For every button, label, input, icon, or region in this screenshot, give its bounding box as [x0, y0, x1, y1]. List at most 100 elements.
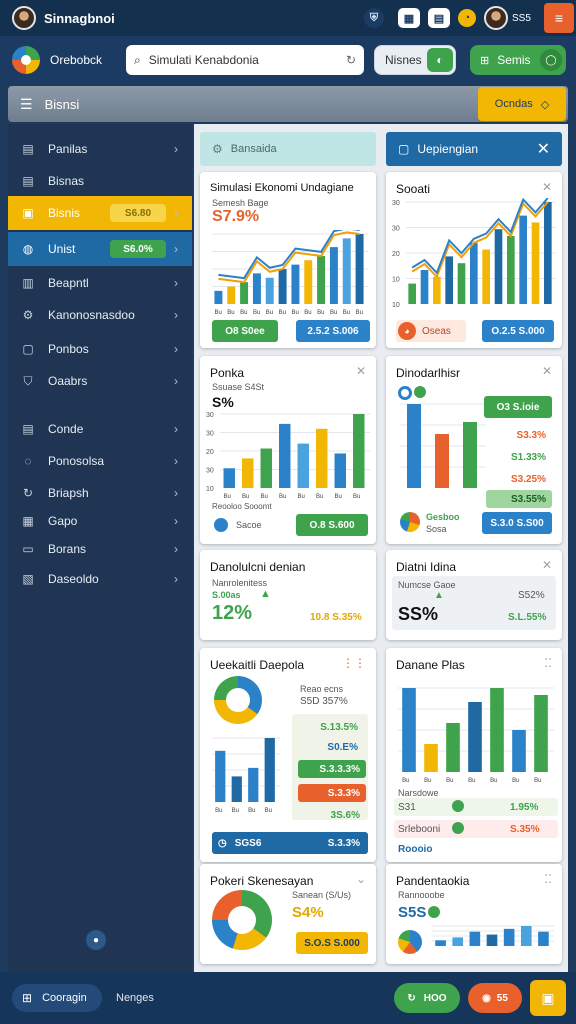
- close-icon[interactable]: ✕: [542, 180, 552, 194]
- card-value-right: 1.95%: [510, 802, 539, 813]
- calendar-icon[interactable]: ▦: [398, 8, 420, 28]
- search-input[interactable]: ⌕ Simulati Kenabdonia ↻: [126, 45, 364, 75]
- semis-button[interactable]: ⊞ Semis ◯: [470, 45, 566, 75]
- button-label: HOO: [423, 992, 447, 1004]
- card-subtitle: Nanrolenitess: [212, 578, 268, 588]
- status-dot-icon[interactable]: ●: [86, 930, 106, 950]
- sidebar-item-kanonosnasdoo[interactable]: ⚙ Kanonosnasdoo ›: [8, 298, 192, 332]
- home-icon[interactable]: ▣: [530, 980, 566, 1016]
- stat-row: S.3.3%: [298, 784, 366, 802]
- chart-bar: [264, 738, 275, 802]
- chart-bar: [278, 269, 287, 304]
- sidebar-item-unist[interactable]: ◍ Unist S6.0% ›: [8, 232, 192, 266]
- sidebar-item-bisnas[interactable]: ▤ Bisnas: [8, 164, 192, 198]
- layers-icon: ▥: [22, 276, 34, 290]
- chart-bar: [538, 931, 549, 946]
- card-sooati: Sooati ✕ 30 30 20 10 10 ◕ Oseas O.2.5 S.000: [386, 172, 562, 348]
- expand-icon[interactable]: ⋮⋮: [342, 656, 366, 670]
- card-line: S.00as: [212, 590, 241, 600]
- card-button[interactable]: O.2.5 S.000: [482, 320, 554, 342]
- chart-bar: [329, 247, 338, 304]
- section-title: Bisnsi: [44, 96, 80, 112]
- card-value: SS%: [398, 604, 439, 624]
- avatar[interactable]: [12, 6, 36, 30]
- chevron-down-icon[interactable]: ⌄: [356, 872, 366, 886]
- card-button[interactable]: 2.5.2 S.006: [296, 320, 370, 342]
- button-label: 55: [496, 992, 508, 1004]
- sidebar-item-ponbos[interactable]: ▢ Ponbos ›: [8, 332, 192, 366]
- sidebar-item-oaabrs[interactable]: ⛉ Oaabrs ›: [8, 364, 192, 398]
- sidebar-item-bisnis[interactable]: ▣ Bisnis S6.80 ›: [8, 196, 192, 230]
- chart-bar: [470, 242, 478, 304]
- card-title: Ueekaitli Daepola: [210, 658, 305, 672]
- chart-bar: [248, 767, 259, 802]
- chart-bar: [420, 270, 429, 304]
- bar-chart: 30 30 20 30 10 Bu Bu Bu Bu Bu Bu Bu Bu: [206, 412, 370, 500]
- sidebar-item-label: Oaabrs: [48, 374, 88, 388]
- chart-bar: [407, 404, 421, 488]
- sidebar-item-label: Panilas: [48, 142, 88, 156]
- user-avatar[interactable]: [484, 6, 508, 30]
- sidebar-item-daseoldo[interactable]: ▧ Daseoldo ›: [8, 562, 192, 596]
- sidebar-item-ponosolsa[interactable]: ◌ Ponosolsa ›: [8, 444, 192, 478]
- hamburger-icon[interactable]: ☰: [20, 96, 33, 113]
- nisnes-button[interactable]: Nisnes ◐: [374, 45, 456, 75]
- card-value-right: S.L.55%: [508, 612, 547, 623]
- briefcase-icon: ▣: [22, 206, 34, 220]
- status-dot: [452, 800, 464, 812]
- card-dinodarlhisr: Dinodarlhisr ✕ O3 S.ioie S3.3% S1.33% S3…: [386, 356, 562, 544]
- expand-icon[interactable]: ⁚⁚: [544, 656, 552, 670]
- badge-button[interactable]: O3 S.ioie: [484, 396, 552, 418]
- card-button[interactable]: O8 S0ee: [212, 320, 278, 342]
- card-subtitle: Numcse Gaoe: [398, 580, 456, 590]
- calendar-icon[interactable]: ▤: [428, 8, 450, 28]
- hoo-button[interactable]: ↻ HOO: [394, 983, 460, 1013]
- sidebar-item-conde[interactable]: ▤ Conde ›: [8, 412, 192, 446]
- sidebar-badge: S6.0%: [110, 240, 166, 258]
- card-button[interactable]: S.O.S S.000: [296, 932, 368, 954]
- pie-icon[interactable]: ◔: [458, 9, 476, 27]
- document-icon: ▤: [22, 174, 34, 188]
- card-button[interactable]: S.3.0 S.S00: [482, 512, 552, 534]
- footer-bar[interactable]: ◷ SGS6 S.3.3%: [212, 832, 368, 854]
- chevron-right-icon: ›: [174, 142, 178, 156]
- nav-label-secondary[interactable]: Nenges: [116, 992, 154, 1004]
- x-tick-label: Bu: [265, 808, 272, 814]
- sidebar-item-borans[interactable]: ▭ Borans ›: [8, 532, 192, 566]
- app-name: Sinnagbnoi: [44, 10, 115, 26]
- ocndas-button[interactable]: Ocndas ◇: [478, 87, 566, 121]
- oseas-button[interactable]: ◕ Oseas: [396, 320, 466, 342]
- tab-uepiengian[interactable]: ▢ Uepiengian ✕: [386, 132, 562, 166]
- chart-bar: [260, 448, 272, 488]
- card-button[interactable]: O.8 S.600: [296, 514, 368, 536]
- sidebar-item-label: Ponosolsa: [48, 454, 105, 468]
- shield-icon[interactable]: ⛨: [364, 8, 384, 28]
- refresh-icon[interactable]: ↻: [346, 53, 356, 67]
- bottom-nav-button[interactable]: ⊞ Cooragin: [12, 984, 102, 1012]
- chevron-right-icon: ›: [174, 514, 178, 528]
- bar-chart: [432, 925, 554, 946]
- card-title: Sooati: [396, 182, 431, 196]
- menu-icon[interactable]: ≡: [544, 3, 574, 33]
- expand-icon[interactable]: ⁚⁚: [544, 872, 552, 886]
- chart-bar: [544, 202, 552, 304]
- card-title: Pandentaokia: [396, 874, 470, 888]
- card-label: Narsdowe: [398, 788, 439, 798]
- close-icon[interactable]: ✕: [542, 558, 552, 572]
- close-icon[interactable]: ✕: [537, 139, 550, 159]
- card-pandentaokia: Pandentaokia ⁚⁚ Rannooobe S5S: [386, 864, 562, 964]
- card-footer[interactable]: Roooio: [398, 844, 432, 855]
- count-button[interactable]: ◉ 55: [468, 983, 522, 1013]
- expand-icon[interactable]: ✕: [356, 364, 366, 378]
- tab-bansaida[interactable]: ⚙ Bansaida: [200, 132, 376, 166]
- grid-icon: ▦: [22, 514, 34, 528]
- sidebar-item-beapntl[interactable]: ▥ Beapntl ›: [8, 266, 192, 300]
- user-label: SS5: [512, 12, 531, 24]
- sidebar-item-label: Unist: [48, 242, 76, 256]
- x-tick-label: Bu: [330, 310, 337, 316]
- x-tick-label: Bu: [242, 494, 249, 500]
- y-tick-label: 30: [392, 200, 400, 207]
- sidebar-item-panilas[interactable]: ▤ Panilas ›: [8, 132, 192, 166]
- close-icon[interactable]: ✕: [542, 364, 552, 378]
- card-title: Simulasi Ekonomi Undagiane: [210, 182, 354, 194]
